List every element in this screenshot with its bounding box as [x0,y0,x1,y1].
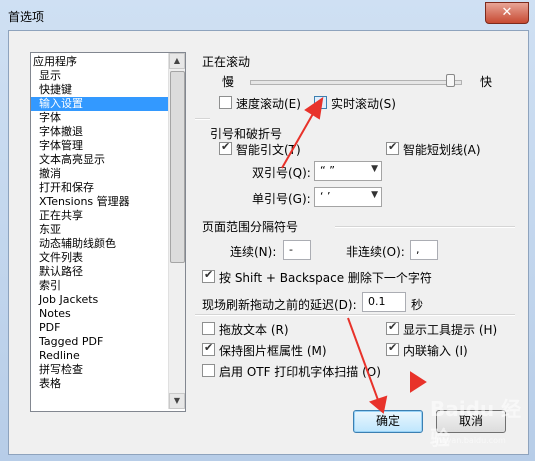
annotation-arrow-head [304,96,324,120]
annotation-overlay [281,96,427,414]
annotation-arrow-ok [347,317,379,401]
watermark-subtext: jingyan.baidu.com [432,436,506,445]
watermark-url: jingyan.baidu.com [432,436,506,445]
annotation-arrow-live-scroll [281,111,315,169]
annotation-pointer-triangle [410,371,427,393]
annotation-arrow-head [368,395,388,414]
